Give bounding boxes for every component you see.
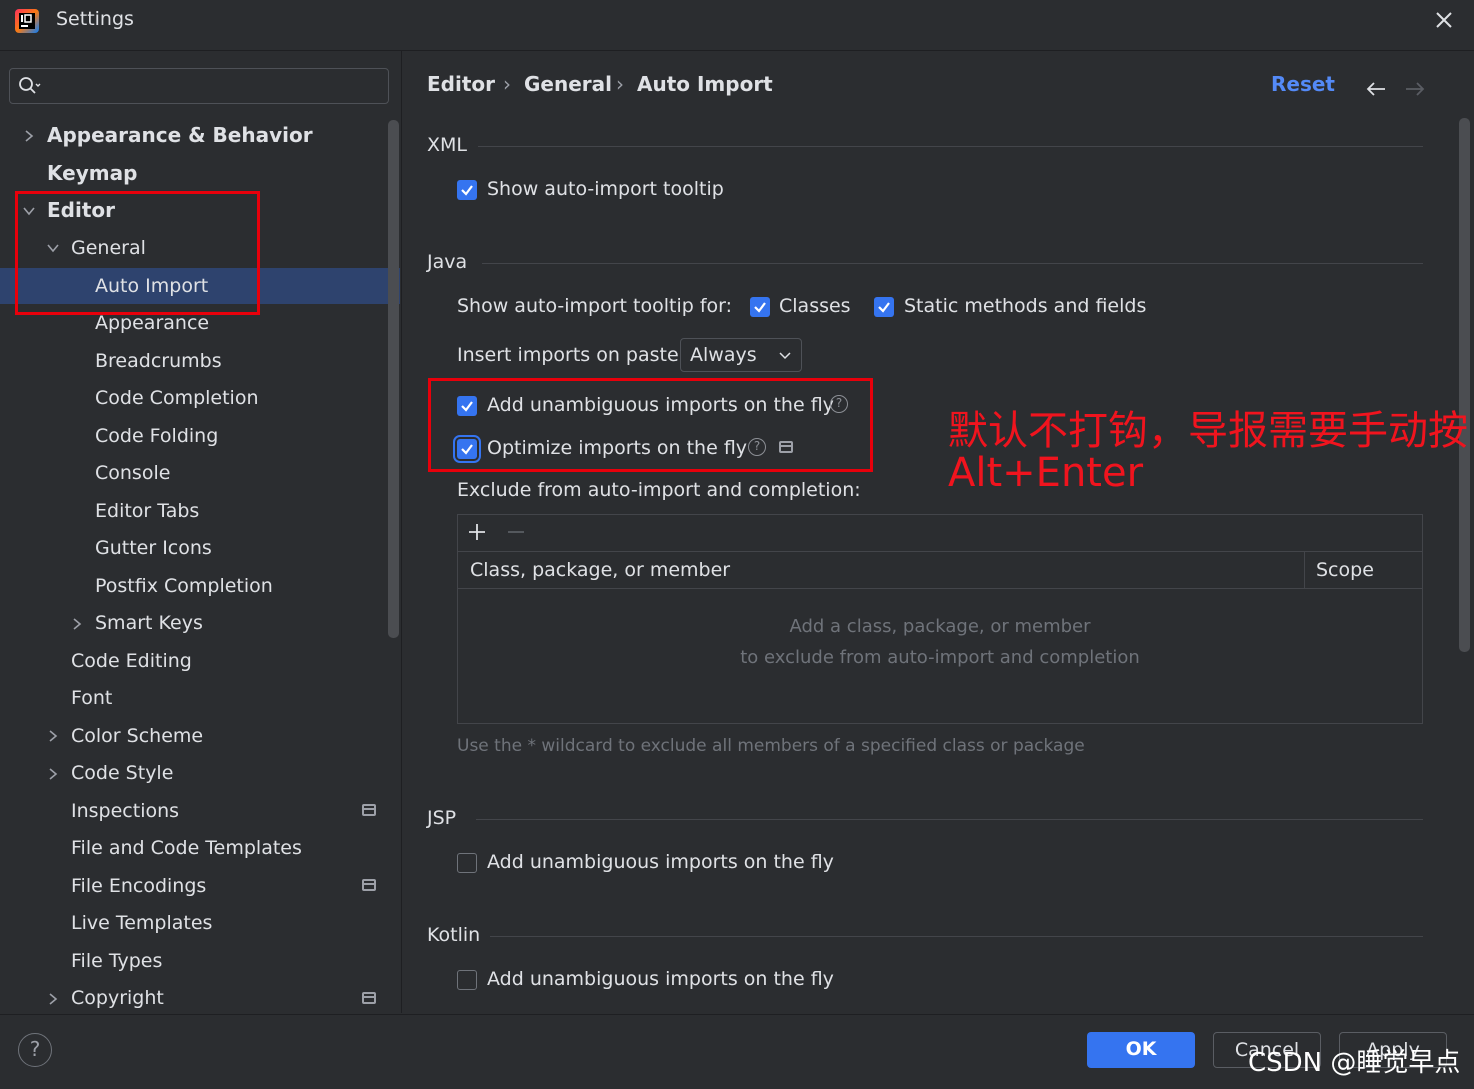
tree-item-file-code-templates[interactable]: File and Code Templates bbox=[71, 830, 302, 866]
java-classes-label[interactable]: Classes bbox=[779, 295, 851, 317]
section-divider bbox=[482, 263, 1423, 264]
ok-button[interactable]: OK bbox=[1087, 1032, 1195, 1068]
chevron-right-icon[interactable] bbox=[70, 617, 84, 631]
checkmark-icon bbox=[878, 302, 890, 313]
title-bar bbox=[0, 0, 1474, 51]
breadcrumb-auto-import: Auto Import bbox=[637, 72, 773, 96]
breadcrumb-general[interactable]: General bbox=[524, 72, 612, 96]
annotation-text-line2: Alt+Enter bbox=[948, 450, 1144, 496]
tree-item-console[interactable]: Console bbox=[95, 455, 170, 491]
help-button[interactable]: ? bbox=[18, 1033, 52, 1067]
tree-item-appearance-behavior[interactable]: Appearance & Behavior bbox=[47, 117, 313, 153]
checkmark-icon bbox=[461, 185, 473, 196]
wildcard-hint: Use the * wildcard to exclude all member… bbox=[457, 736, 1085, 756]
annotation-highlight-box bbox=[15, 191, 260, 315]
tree-item-code-folding[interactable]: Code Folding bbox=[95, 418, 218, 454]
window-title: Settings bbox=[56, 8, 134, 30]
java-static-methods-checkbox[interactable] bbox=[874, 297, 894, 317]
breadcrumb-separator: › bbox=[503, 72, 511, 96]
breadcrumb-separator: › bbox=[616, 72, 624, 96]
chevron-right-icon[interactable] bbox=[46, 992, 60, 1006]
tooltip-for-label: Show auto-import tooltip for: bbox=[457, 295, 733, 317]
tree-item-file-types[interactable]: File Types bbox=[71, 943, 162, 979]
section-jsp: JSP bbox=[427, 807, 457, 829]
tree-item-copyright[interactable]: Copyright bbox=[71, 980, 164, 1016]
section-java: Java bbox=[427, 251, 468, 273]
tree-item-font[interactable]: Font bbox=[71, 680, 112, 716]
watermark-text: CSDN @睡觉早点 bbox=[1248, 1048, 1461, 1078]
checkmark-icon bbox=[754, 302, 766, 313]
intellij-app-icon bbox=[15, 9, 39, 33]
section-divider bbox=[478, 146, 1423, 147]
chevron-right-icon[interactable] bbox=[46, 729, 60, 743]
column-header-member[interactable]: Class, package, or member bbox=[470, 559, 730, 581]
tree-item-code-editing[interactable]: Code Editing bbox=[71, 643, 192, 679]
jsp-add-unambiguous-checkbox[interactable] bbox=[457, 853, 477, 873]
java-classes-checkbox[interactable] bbox=[750, 297, 770, 317]
tree-item-smart-keys[interactable]: Smart Keys bbox=[95, 605, 203, 641]
table-header-divider bbox=[458, 588, 1422, 589]
java-static-methods-label[interactable]: Static methods and fields bbox=[904, 295, 1146, 317]
section-xml: XML bbox=[427, 134, 467, 156]
section-kotlin: Kotlin bbox=[427, 924, 481, 946]
tree-item-editor-tabs[interactable]: Editor Tabs bbox=[95, 493, 199, 529]
close-icon[interactable] bbox=[1432, 8, 1456, 32]
annotation-text-line1: 默认不打钩，导报需要手动按 bbox=[948, 408, 1468, 454]
breadcrumb-editor[interactable]: Editor bbox=[427, 72, 495, 96]
kotlin-add-unambiguous-checkbox[interactable] bbox=[457, 970, 477, 990]
xml-show-tooltip-checkbox[interactable] bbox=[457, 180, 477, 200]
add-icon[interactable] bbox=[467, 522, 487, 542]
chevron-right-icon[interactable] bbox=[22, 129, 36, 143]
tree-item-color-scheme[interactable]: Color Scheme bbox=[71, 718, 203, 754]
chevron-down-icon[interactable] bbox=[778, 350, 792, 362]
tree-item-code-completion[interactable]: Code Completion bbox=[95, 380, 259, 416]
table-toolbar-divider bbox=[458, 551, 1422, 552]
table-empty-text: to exclude from auto-import and completi… bbox=[740, 647, 1140, 668]
reset-link[interactable]: Reset bbox=[1271, 72, 1335, 96]
tree-item-postfix-completion[interactable]: Postfix Completion bbox=[95, 568, 273, 604]
exclude-label: Exclude from auto-import and completion: bbox=[457, 479, 861, 501]
tree-item-breadcrumbs[interactable]: Breadcrumbs bbox=[95, 343, 222, 379]
tree-item-code-style[interactable]: Code Style bbox=[71, 755, 173, 791]
table-empty-text: Add a class, package, or member bbox=[789, 616, 1091, 637]
project-scope-icon bbox=[362, 879, 376, 891]
content-scrollbar[interactable] bbox=[1459, 118, 1470, 652]
insert-on-paste-label: Insert imports on paste: bbox=[457, 344, 686, 366]
insert-on-paste-value[interactable]: Always bbox=[690, 344, 757, 366]
tree-item-keymap[interactable]: Keymap bbox=[47, 155, 137, 191]
chevron-right-icon[interactable] bbox=[46, 767, 60, 781]
tree-scrollbar[interactable] bbox=[388, 120, 399, 638]
jsp-add-unambiguous-label[interactable]: Add unambiguous imports on the fly bbox=[487, 851, 834, 873]
remove-icon[interactable] bbox=[506, 522, 526, 542]
column-divider bbox=[1304, 552, 1305, 588]
arrow-left-icon[interactable] bbox=[1365, 80, 1387, 98]
arrow-right-icon[interactable] bbox=[1404, 80, 1426, 98]
xml-show-tooltip-label[interactable]: Show auto-import tooltip bbox=[487, 178, 724, 200]
section-divider bbox=[490, 936, 1423, 937]
project-scope-icon bbox=[362, 804, 376, 816]
tree-item-gutter-icons[interactable]: Gutter Icons bbox=[95, 530, 212, 566]
tree-item-inspections[interactable]: Inspections bbox=[71, 793, 179, 829]
search-input[interactable] bbox=[9, 68, 389, 104]
project-scope-icon bbox=[362, 992, 376, 1004]
column-header-scope[interactable]: Scope bbox=[1316, 559, 1374, 581]
section-divider bbox=[476, 819, 1423, 820]
search-icon bbox=[19, 77, 41, 94]
tree-item-file-encodings[interactable]: File Encodings bbox=[71, 868, 206, 904]
tree-item-live-templates[interactable]: Live Templates bbox=[71, 905, 212, 941]
annotation-highlight-box bbox=[428, 378, 873, 472]
kotlin-add-unambiguous-label[interactable]: Add unambiguous imports on the fly bbox=[487, 968, 834, 990]
